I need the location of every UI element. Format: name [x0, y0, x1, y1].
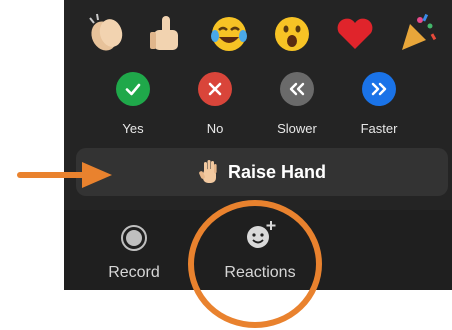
- fast-forward-icon: [371, 82, 387, 96]
- raised-hand-icon: [199, 160, 217, 183]
- annotation-arrow-icon: [17, 162, 112, 188]
- yes-button[interactable]: [116, 72, 150, 106]
- slower-label: Slower: [277, 121, 317, 136]
- clap-icon[interactable]: [84, 10, 130, 56]
- raise-hand-label: Raise Hand: [227, 161, 327, 182]
- record-label: Record: [108, 264, 160, 281]
- thumbs-up-icon[interactable]: [144, 10, 190, 56]
- rewind-icon: [289, 82, 305, 96]
- party-popper-icon[interactable]: [394, 10, 440, 56]
- no-button[interactable]: [198, 72, 232, 106]
- raise-hand-button[interactable]: Raise Hand: [76, 148, 448, 196]
- slower-button[interactable]: [280, 72, 314, 106]
- emoji-row: [64, 10, 452, 60]
- annotation-circle-icon: [188, 200, 322, 328]
- x-icon: [208, 82, 222, 96]
- faster-label: Faster: [360, 121, 398, 136]
- tears-of-joy-icon[interactable]: [206, 10, 252, 56]
- heart-icon[interactable]: [332, 10, 378, 56]
- reactions-panel: Yes No Slower Faster Raise Hand: [64, 0, 452, 210]
- record-icon: [121, 225, 147, 251]
- check-icon: [125, 83, 141, 96]
- no-label: No: [206, 121, 224, 136]
- yes-label: Yes: [122, 121, 144, 136]
- record-button[interactable]: Record: [94, 210, 174, 290]
- faster-button[interactable]: [362, 72, 396, 106]
- open-mouth-icon[interactable]: [269, 10, 315, 56]
